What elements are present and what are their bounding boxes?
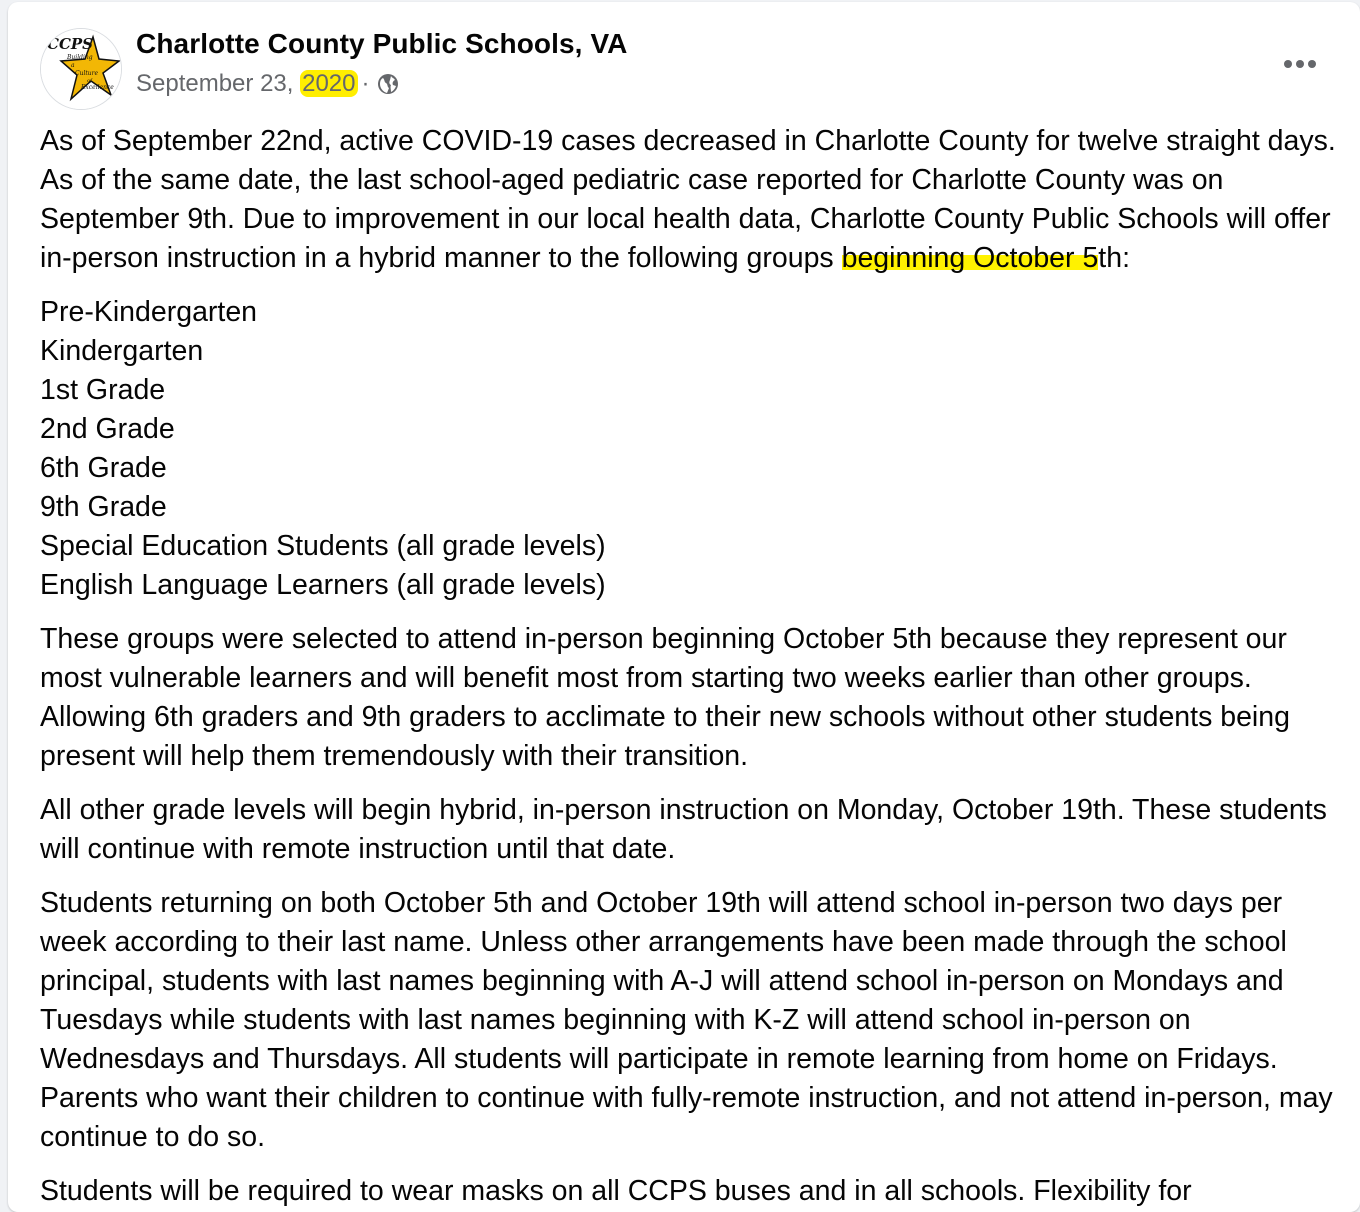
svg-text:Excellence: Excellence [80, 84, 114, 91]
paragraph-1: As of September 22nd, active COVID-19 ca… [40, 122, 1345, 278]
post-meta: September 23, 2020 · [136, 70, 400, 98]
post-date-year: 2020 [300, 70, 358, 97]
page-avatar[interactable]: CCPS Building a Culture of Excellence [40, 28, 122, 110]
list-item: Kindergarten [40, 335, 204, 367]
list-item: 2nd Grade [40, 413, 175, 445]
page-name-link[interactable]: Charlotte County Public Schools, VA [136, 28, 627, 60]
more-options-button[interactable] [1278, 44, 1322, 84]
paragraph-1-text: As of September 22nd, active COVID-19 ca… [40, 125, 1336, 274]
list-item: 1st Grade [40, 374, 166, 406]
paragraph-5: Students will be required to wear masks … [40, 1175, 1192, 1207]
list-item: English Language Learners (all grade lev… [40, 569, 606, 601]
paragraph-4: Students returning on both October 5th a… [40, 887, 1333, 1153]
globe-icon[interactable] [376, 72, 400, 96]
more-options-icon [1284, 60, 1316, 68]
svg-text:Building: Building [66, 54, 93, 61]
post-body: As of September 22nd, active COVID-19 ca… [40, 122, 1345, 1212]
svg-text:Culture: Culture [75, 70, 99, 77]
paragraph-1-end: th: [1098, 242, 1130, 274]
groups-list: Pre-Kindergarten Kindergarten 1st Grade … [40, 293, 1345, 605]
post-date-link[interactable]: September 23, 2020 [136, 70, 358, 98]
list-item: 9th Grade [40, 491, 167, 523]
paragraph-2: These groups were selected to attend in-… [40, 623, 1290, 772]
list-item: Pre-Kindergarten [40, 296, 258, 328]
ccps-logo: CCPS Building a Culture of Excellence [41, 29, 121, 109]
list-item: Special Education Students (all grade le… [40, 530, 606, 562]
highlighted-date: beginning October 5 [841, 242, 1099, 274]
meta-separator: · [361, 70, 370, 97]
svg-text:a: a [71, 62, 75, 69]
paragraph-3: All other grade levels will begin hybrid… [40, 794, 1327, 865]
post-date-prefix: September 23, [136, 70, 301, 97]
logo-lettering: CCPS [47, 35, 93, 53]
list-item: 6th Grade [40, 452, 167, 484]
post-header: CCPS Building a Culture of Excellence Ch… [8, 2, 1360, 112]
facebook-post: CCPS Building a Culture of Excellence Ch… [8, 2, 1360, 1212]
